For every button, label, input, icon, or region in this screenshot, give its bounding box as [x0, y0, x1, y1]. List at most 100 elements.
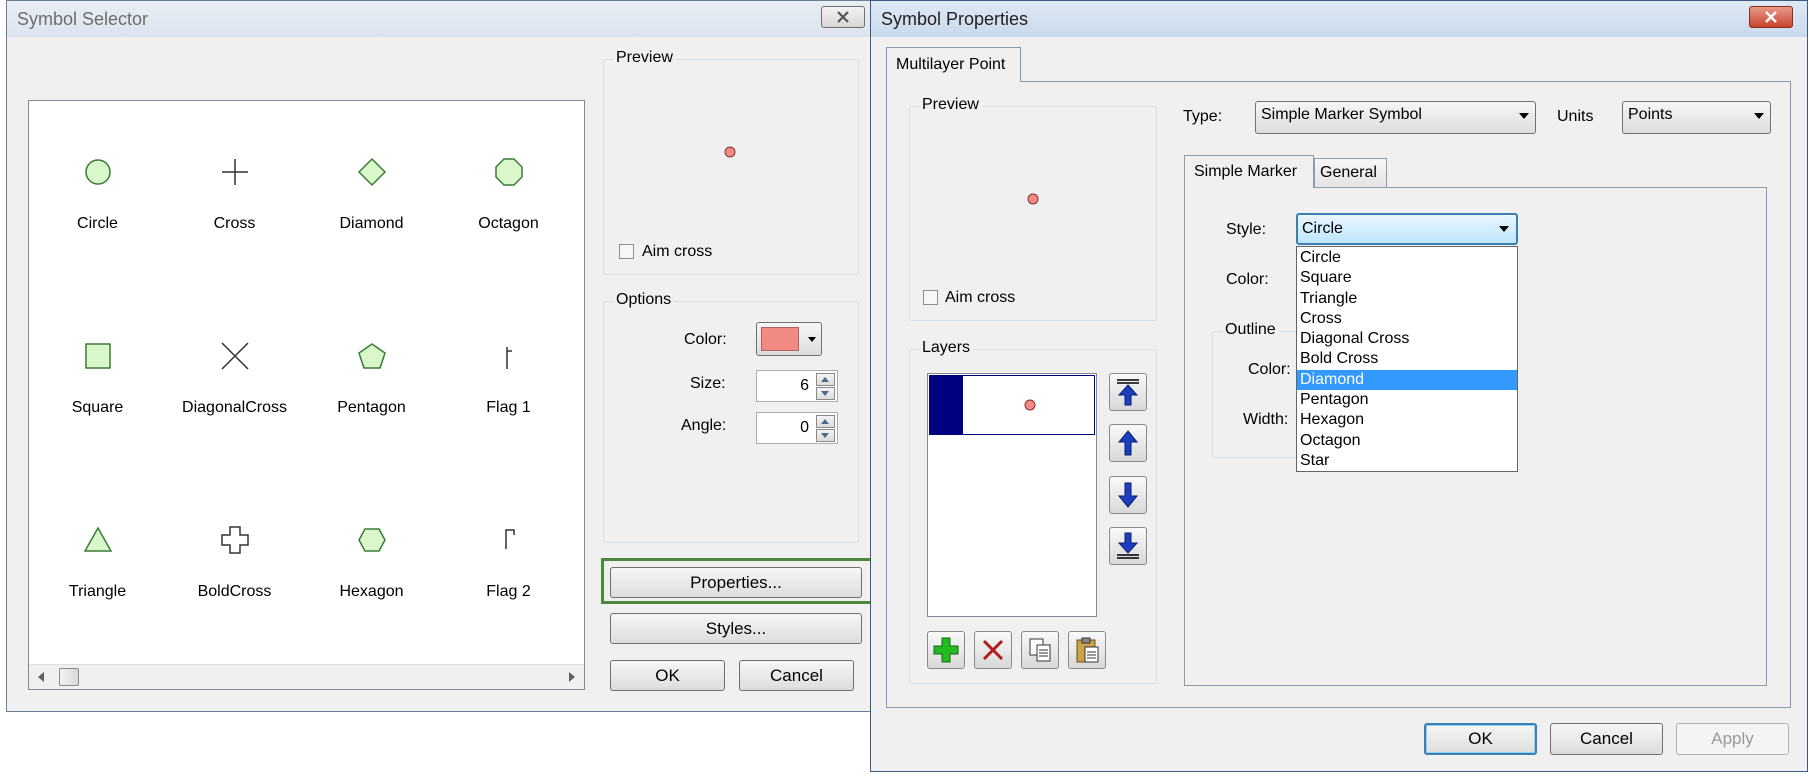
circle-icon [84, 159, 111, 185]
apply-button[interactable]: Apply [1676, 723, 1789, 755]
scroll-left-icon[interactable] [37, 672, 45, 682]
size-stepper[interactable]: 6 [756, 370, 838, 402]
symbol-label: DiagonalCross [182, 399, 287, 416]
size-label: Size: [690, 375, 726, 392]
paste-layer-button[interactable] [1068, 631, 1106, 669]
layer-row[interactable] [929, 375, 1095, 435]
units-dropdown[interactable]: Points [1622, 101, 1771, 134]
move-up-button[interactable] [1109, 424, 1147, 462]
color-picker[interactable] [756, 322, 822, 356]
symbol-item-circle[interactable]: Circle [29, 137, 166, 297]
cancel-button[interactable]: Cancel [739, 660, 854, 691]
move-down-button[interactable] [1109, 476, 1147, 514]
aim-cross-checkbox[interactable] [923, 290, 938, 305]
symbol-item-diamond[interactable]: Diamond [303, 137, 440, 297]
tab-multilayer-point[interactable]: Multilayer Point [886, 47, 1021, 82]
style-option-pentagon[interactable]: Pentagon [1297, 390, 1517, 410]
symbol-item-hexagon[interactable]: Hexagon [303, 505, 440, 665]
move-to-bottom-button[interactable] [1109, 527, 1147, 565]
symbol-gallery[interactable]: Circle Cross Diamond Octagon Square Diag… [28, 100, 585, 690]
symbol-properties-window: Symbol Properties Multilayer Point Previ… [870, 0, 1808, 772]
window-title: Symbol Properties [881, 9, 1029, 29]
cross-icon [221, 159, 248, 185]
style-option-diamond[interactable]: Diamond [1297, 369, 1517, 391]
style-option-square[interactable]: Square [1297, 268, 1517, 288]
type-dropdown[interactable]: Simple Marker Symbol [1255, 101, 1536, 134]
symbol-item-triangle[interactable]: Triangle [29, 505, 166, 665]
move-up-icon [1117, 430, 1139, 456]
close-icon [1765, 11, 1777, 23]
move-to-bottom-icon [1117, 532, 1139, 559]
symbol-label: BoldCross [197, 583, 272, 600]
preview-group: Preview Aim cross [603, 49, 859, 275]
add-layer-icon [933, 637, 959, 663]
scrollbar-thumb[interactable] [59, 668, 79, 686]
symbol-label: Octagon [478, 215, 539, 232]
ok-button[interactable]: OK [1424, 723, 1537, 755]
angle-stepper[interactable]: 0 [756, 412, 838, 444]
pentagon-icon [357, 343, 386, 369]
properties-button[interactable]: Properties... [610, 567, 862, 598]
outline-label: Outline [1222, 321, 1279, 339]
symbol-item-octagon[interactable]: Octagon [440, 137, 577, 297]
copy-icon [1029, 638, 1051, 662]
size-down-button[interactable] [816, 387, 835, 400]
flag-icon [504, 529, 515, 549]
move-to-top-button[interactable] [1109, 373, 1147, 411]
hexagon-icon [357, 528, 386, 552]
units-label: Units [1557, 108, 1594, 125]
symbol-item-flag-1[interactable]: Flag 1 [440, 321, 577, 481]
symbol-properties-titlebar: Symbol Properties [871, 1, 1807, 37]
style-dropdown-list[interactable]: Circle Square Triangle Cross Diagonal Cr… [1296, 246, 1518, 472]
style-option-diagonal-cross[interactable]: Diagonal Cross [1297, 329, 1517, 349]
angle-value: 0 [800, 419, 809, 436]
tab-general[interactable]: General [1314, 158, 1387, 188]
aim-cross-checkbox[interactable] [619, 244, 634, 259]
options-group: Options Color: Size: 6 Angle: 0 [603, 291, 859, 543]
style-option-circle[interactable]: Circle [1297, 248, 1517, 268]
tab-simple-marker[interactable]: Simple Marker [1184, 155, 1314, 188]
angle-down-button[interactable] [816, 429, 835, 442]
size-up-button[interactable] [816, 373, 835, 386]
style-dropdown[interactable]: Circle [1296, 213, 1518, 245]
remove-layer-button[interactable] [974, 631, 1012, 669]
style-option-octagon[interactable]: Octagon [1297, 431, 1517, 451]
style-option-bold-cross[interactable]: Bold Cross [1297, 349, 1517, 369]
preview-label: Preview [919, 96, 982, 114]
symbol-label: Diamond [339, 215, 404, 232]
style-option-hexagon[interactable]: Hexagon [1297, 410, 1517, 430]
preview-marker [724, 146, 736, 158]
diagonal-cross-icon [220, 342, 249, 370]
symbol-label: Triangle [68, 583, 127, 600]
triangle-icon [83, 526, 112, 552]
angle-label: Angle: [681, 417, 727, 434]
style-option-star[interactable]: Star [1297, 451, 1517, 471]
symbol-item-flag-2[interactable]: Flag 2 [440, 505, 577, 665]
tab-label: General [1320, 164, 1377, 181]
symbol-selector-titlebar: Symbol Selector [7, 1, 871, 37]
scroll-right-icon[interactable] [568, 672, 576, 682]
copy-layer-button[interactable] [1021, 631, 1059, 669]
symbol-item-diagonal-cross[interactable]: DiagonalCross [166, 321, 303, 481]
close-button[interactable] [1749, 6, 1793, 28]
preview-label: Preview [613, 49, 676, 67]
close-button[interactable] [821, 6, 865, 28]
style-option-triangle[interactable]: Triangle [1297, 289, 1517, 309]
angle-up-button[interactable] [816, 415, 835, 428]
symbol-label: Hexagon [339, 583, 404, 600]
cancel-button[interactable]: Cancel [1550, 723, 1663, 755]
chevron-down-icon [1754, 113, 1764, 119]
symbol-item-pentagon[interactable]: Pentagon [303, 321, 440, 481]
horizontal-scrollbar[interactable] [29, 664, 584, 689]
ok-button[interactable]: OK [610, 660, 725, 691]
symbol-item-cross[interactable]: Cross [166, 137, 303, 297]
add-layer-button[interactable] [927, 631, 965, 669]
style-option-cross[interactable]: Cross [1297, 309, 1517, 329]
tab-label: Simple Marker [1194, 163, 1298, 180]
layers-list[interactable] [927, 373, 1097, 617]
symbol-item-bold-cross[interactable]: BoldCross [166, 505, 303, 665]
outline-width-label: Width: [1243, 411, 1289, 428]
symbol-item-square[interactable]: Square [29, 321, 166, 481]
symbol-label: Circle [77, 215, 118, 232]
styles-button[interactable]: Styles... [610, 613, 862, 644]
